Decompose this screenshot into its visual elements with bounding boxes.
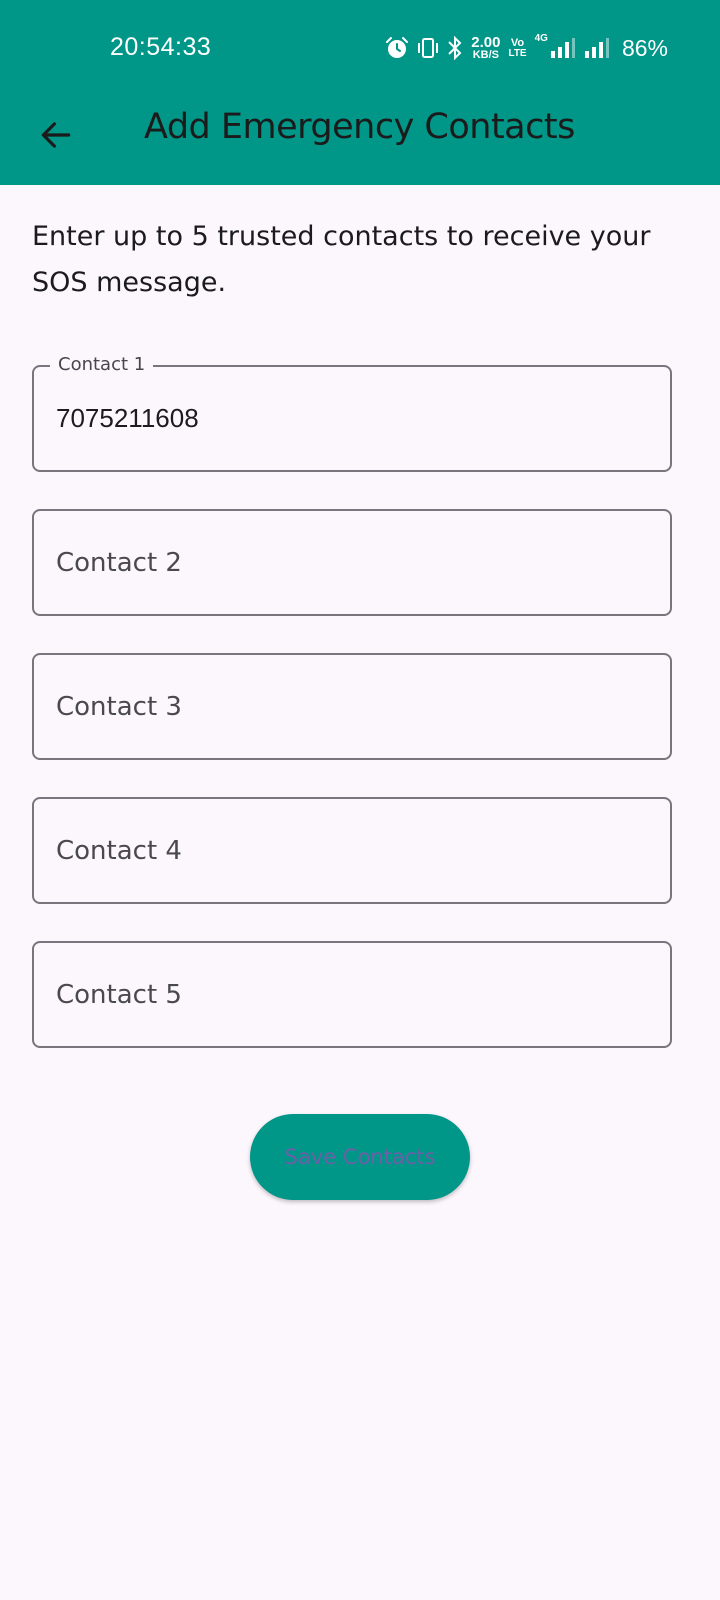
save-contacts-button[interactable]: Save Contacts [250,1114,470,1200]
app-bar: Add Emergency Contacts [0,95,720,185]
contact-input-4[interactable] [56,799,646,902]
network-speed: 2.00 KB/S [471,34,501,61]
contact-field-2 [32,509,672,616]
vibrate-icon [417,36,439,60]
status-bar: 20:54:33 2.00 KB/S Vo LTE 4G 86% [0,0,720,95]
battery-level: 86% [621,34,668,61]
contact-input-2[interactable] [56,511,646,614]
contact-input-3[interactable] [56,655,646,758]
signal-icon [584,37,610,59]
bluetooth-icon [447,35,463,61]
contact-input-5[interactable] [56,943,646,1046]
contact-field-5 [32,941,672,1048]
arrow-back-icon [37,116,75,158]
signal-icon [550,37,576,59]
contact-field-1: Contact 1 [32,353,672,472]
instructions-text: Enter up to 5 trusted contacts to receiv… [32,221,651,298]
status-time: 20:54:33 [110,33,212,61]
page-title: Add Emergency Contacts [144,107,575,147]
status-icons: 2.00 KB/S Vo LTE 4G 86% [385,30,668,66]
volte-indicator: Vo LTE [508,36,527,59]
contact-field-4 [32,797,672,904]
network-type: 4G [534,33,548,44]
alarm-icon [385,36,409,60]
top-app-bar-container: 20:54:33 2.00 KB/S Vo LTE 4G 86% Add Eme… [0,0,720,185]
contact-field-3 [32,653,672,760]
contact-input-1[interactable] [56,367,646,470]
back-button[interactable] [30,111,82,163]
